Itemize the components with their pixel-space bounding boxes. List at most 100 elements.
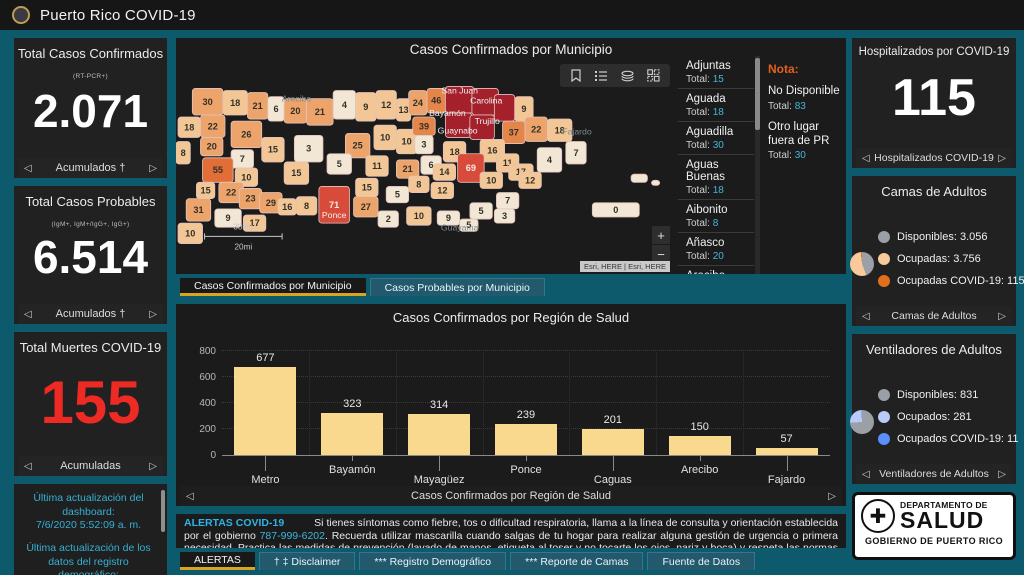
municipio-cell[interactable]: 23 [238,188,263,210]
municipio-cell[interactable]: 5 [385,186,410,204]
municipio-cell[interactable]: 5 [469,202,493,220]
municipio-cell[interactable]: 27 [353,196,379,218]
municipio-list[interactable]: Adjuntas Total: 15 Aguada Total: 18 Aguadill… [678,56,754,274]
municipio-cell[interactable]: 55 [202,157,234,183]
municipio-cell[interactable]: 26 [230,120,263,149]
municipio-cell[interactable]: 2 [377,210,399,228]
choropleth-map[interactable]: 30 18 21 6 20 21 4 9 12 13 24 46 9 18 22 26 8 20 15 3 25 10 10… [176,58,676,274]
municipio-cell[interactable]: 3 [493,208,516,224]
next-arrow-icon[interactable]: ▷ [998,311,1006,322]
muertes-title: Total Muertes COVID-19 [19,340,162,355]
municipio-cell[interactable]: 21 [395,159,420,179]
municipio-cell[interactable]: 15 [283,161,310,185]
municipio-cell[interactable] [651,179,661,186]
municipio-cell[interactable]: 4 [536,147,563,173]
alert-label: ALERTAS COVID-19 [184,517,285,529]
muertes-footer-label: Acumuladas [60,460,121,472]
municipio-cell[interactable]: 11 [365,155,389,177]
camas-footer-label: Camas de Adultos [891,310,977,322]
layers-icon[interactable] [621,70,634,82]
municipio-cell[interactable]: 7 [496,192,520,210]
municipio-cell[interactable]: 10 [373,124,397,151]
municipio-cell[interactable]: 31 [185,198,212,222]
municipio-cell[interactable]: 8 [176,141,191,165]
tab-registro-demogr-fico[interactable]: *** Registro Demográfico [359,552,507,570]
municipio-cell[interactable]: 10 [479,171,503,189]
municipio-cell[interactable]: 18 [177,116,201,138]
legend-dot-icon [878,231,890,243]
scrollbar-thumb[interactable] [161,490,165,532]
municipio-cell[interactable]: 39 [412,116,436,136]
tab-disclaimer[interactable]: † ‡ Disclaimer [258,552,356,570]
departamento-salud-logo: ✚ DEPARTAMENTO DE SALUD GOBIERNO DE PUER… [852,492,1016,560]
bar-metro[interactable] [234,367,297,455]
tab-reporte-de-camas[interactable]: *** Reporte de Camas [510,552,644,570]
prev-arrow-icon[interactable]: ◁ [186,491,194,502]
municipio-cell[interactable]: 9 [355,92,377,122]
scrollbar-thumb[interactable] [755,58,760,130]
y-axis-tick-label: 200 [199,424,216,435]
svg-text:4: 4 [342,100,348,110]
municipio-cell[interactable]: 30 [191,88,224,116]
municipio-cell[interactable]: 4 [332,90,357,120]
municipio-cell[interactable]: 3 [293,134,324,163]
legend-icon[interactable] [595,70,608,82]
bar-caguas[interactable] [581,428,644,455]
municipio-cell[interactable]: 20 [200,137,224,157]
next-arrow-icon[interactable]: ▷ [828,491,836,502]
prev-arrow-icon[interactable]: ◁ [24,461,32,472]
prev-arrow-icon[interactable]: ◁ [862,469,870,480]
next-arrow-icon[interactable]: ▷ [998,153,1006,164]
bookmark-icon[interactable] [570,69,582,82]
map-toolbar [560,64,670,87]
tab-alertas[interactable]: ALERTAS [180,552,255,570]
municipio-cell[interactable]: 15 [196,181,216,200]
municipio-cell[interactable] [630,173,648,183]
municipio-cell[interactable]: 16 [277,198,297,216]
tab-fuente-de-datos[interactable]: Fuente de Datos [647,552,756,570]
tab-casos-confirmados-por-municipio[interactable]: Casos Confirmados por Municipio [180,278,366,296]
municipio-cell[interactable]: 12 [430,181,454,200]
bar-arecibo[interactable] [668,435,731,455]
municipio-cell[interactable]: 10 [406,206,432,226]
municipio-cell[interactable]: 22 [524,116,548,142]
municipio-cell[interactable]: 8 [296,196,318,216]
municipio-cell[interactable]: 15 [355,177,379,198]
municipio-cell[interactable]: 22 [200,114,226,138]
tab-casos-probables-por-municipio[interactable]: Casos Probables por Municipio [369,278,545,296]
municipio-cell[interactable]: 12 [375,90,397,120]
municipio-cell[interactable]: 18 [222,90,248,116]
prev-arrow-icon[interactable]: ◁ [24,163,32,174]
bar-bayamón[interactable] [321,413,384,455]
bar-ponce[interactable] [494,423,557,455]
municipio-cell[interactable]: 12 [518,171,542,189]
municipio-cell[interactable]: 7 [230,149,254,169]
municipio-cell[interactable]: 24 [408,90,428,116]
next-arrow-icon[interactable]: ▷ [149,309,157,320]
municipio-cell[interactable]: 8 [408,175,430,193]
bar-mayagüez[interactable] [408,414,471,455]
municipio-cell[interactable]: 10 [177,222,203,244]
next-arrow-icon[interactable]: ▷ [149,461,157,472]
bar-fajardo[interactable] [755,447,818,455]
y-axis-tick-label: 0 [210,450,216,461]
prev-arrow-icon[interactable]: ◁ [862,311,870,322]
basemap-icon[interactable] [647,69,660,82]
municipio-cell[interactable]: 37 [502,120,526,144]
svg-text:5: 5 [395,190,400,200]
municipio-cell[interactable]: 15 [261,137,285,163]
zoom-in-button[interactable]: + [652,226,670,244]
prev-arrow-icon[interactable]: ◁ [862,153,870,164]
municipio-cell[interactable]: 7 [565,141,587,165]
next-arrow-icon[interactable]: ▷ [149,163,157,174]
x-axis-category-label: Arecibo [681,464,719,476]
municipio-cell[interactable]: 5 [326,153,352,175]
municipio-cell[interactable]: 3 [414,134,434,155]
camas-legend: Disponibles: 3.056 Ocupadas: 3.756 Ocupada… [878,231,1024,297]
next-arrow-icon[interactable]: ▷ [998,469,1006,480]
municipio-cell[interactable]: 14 [432,163,457,181]
alert-phone-link[interactable]: 787-999-6202 [260,530,325,542]
prev-arrow-icon[interactable]: ◁ [24,309,32,320]
municipio-cell[interactable]: 0 [591,202,640,218]
municipio-cell[interactable]: 21 [247,92,269,120]
